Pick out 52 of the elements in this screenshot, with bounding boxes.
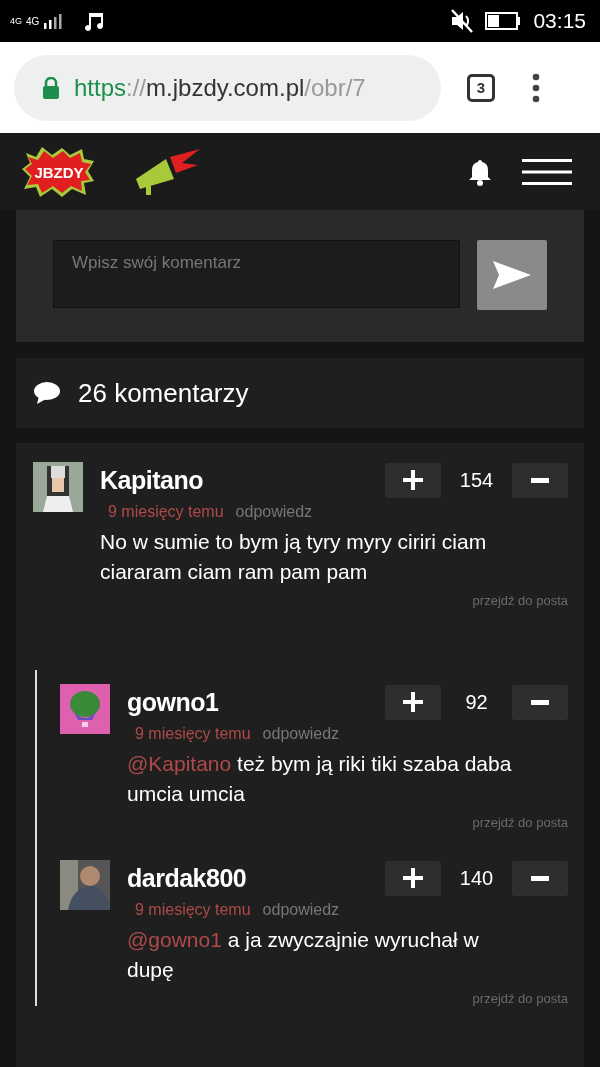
address-bar[interactable]: https://m.jbzdy.com.pl/obr/7 [14,54,441,121]
send-arrow-icon [493,261,531,289]
mute-icon [449,8,476,34]
plus-icon [403,692,423,712]
bell-icon[interactable] [468,157,492,186]
upvote-button[interactable] [385,462,441,498]
go-to-post-link[interactable]: przejdź do posta [472,991,568,1006]
lock-icon [42,76,60,99]
comment-time: 9 miesięcy temu [135,725,251,742]
tab-count-button[interactable]: 3 [467,73,495,102]
send-button[interactable] [477,240,547,310]
mention-link[interactable]: @gowno1 [127,928,222,951]
mention-link[interactable]: @Kapitano [127,752,232,775]
vote-score: 154 [458,468,495,492]
downvote-button[interactable] [512,462,568,498]
comment-time: 9 miesięcy temu [108,503,224,520]
comment-count: 26 komentarzy [78,377,249,409]
url-text: https://m.jbzdy.com.pl/obr/7 [74,73,366,102]
more-menu-icon[interactable] [531,72,541,103]
comment-text: @gowno1 a ja zwyczajnie wyruchał w dupę [127,927,480,983]
clock-time: 03:15 [533,9,586,33]
comment-text: @Kapitano też bym ją riki tiki szaba daba umcia umcia [127,751,512,807]
plus-icon [403,470,423,490]
vote-score: 92 [464,690,489,714]
vote-score: 140 [458,866,495,890]
downvote-button[interactable] [512,684,568,720]
network-label: 4G [10,16,22,26]
comment-text: No w sumie to bym ją tyry myry ciriri ciam ciararam ciam ram pam pam [100,529,488,585]
minus-icon [531,699,549,705]
username[interactable]: Kapitano [100,465,385,495]
comment-field[interactable]: Wpisz swój komentarz [53,240,460,308]
menu-icon[interactable] [522,158,572,185]
reply-link[interactable]: odpowiedz [235,503,313,520]
minus-icon [531,477,549,483]
go-to-post-link[interactable]: przejdź do posta [472,815,568,830]
signal-icon [43,13,64,29]
plus-icon [403,868,423,888]
downvote-button[interactable] [512,860,568,896]
minus-icon [531,875,549,881]
logo[interactable]: JBZDY [22,144,96,199]
music-note-icon [83,10,106,32]
reply-link[interactable]: odpowiedz [262,725,340,742]
network-label: 4G [26,15,40,27]
go-to-post-link[interactable]: przejdź do posta [472,593,568,608]
speech-bubble-icon [34,382,60,404]
upvote-button[interactable] [385,860,441,896]
comment-time: 9 miesięcy temu [135,901,251,918]
username[interactable]: dardak800 [127,863,385,893]
username[interactable]: gowno1 [127,687,385,717]
upvote-button[interactable] [385,684,441,720]
battery-icon [485,12,522,30]
reply-link[interactable]: odpowiedz [262,901,340,918]
